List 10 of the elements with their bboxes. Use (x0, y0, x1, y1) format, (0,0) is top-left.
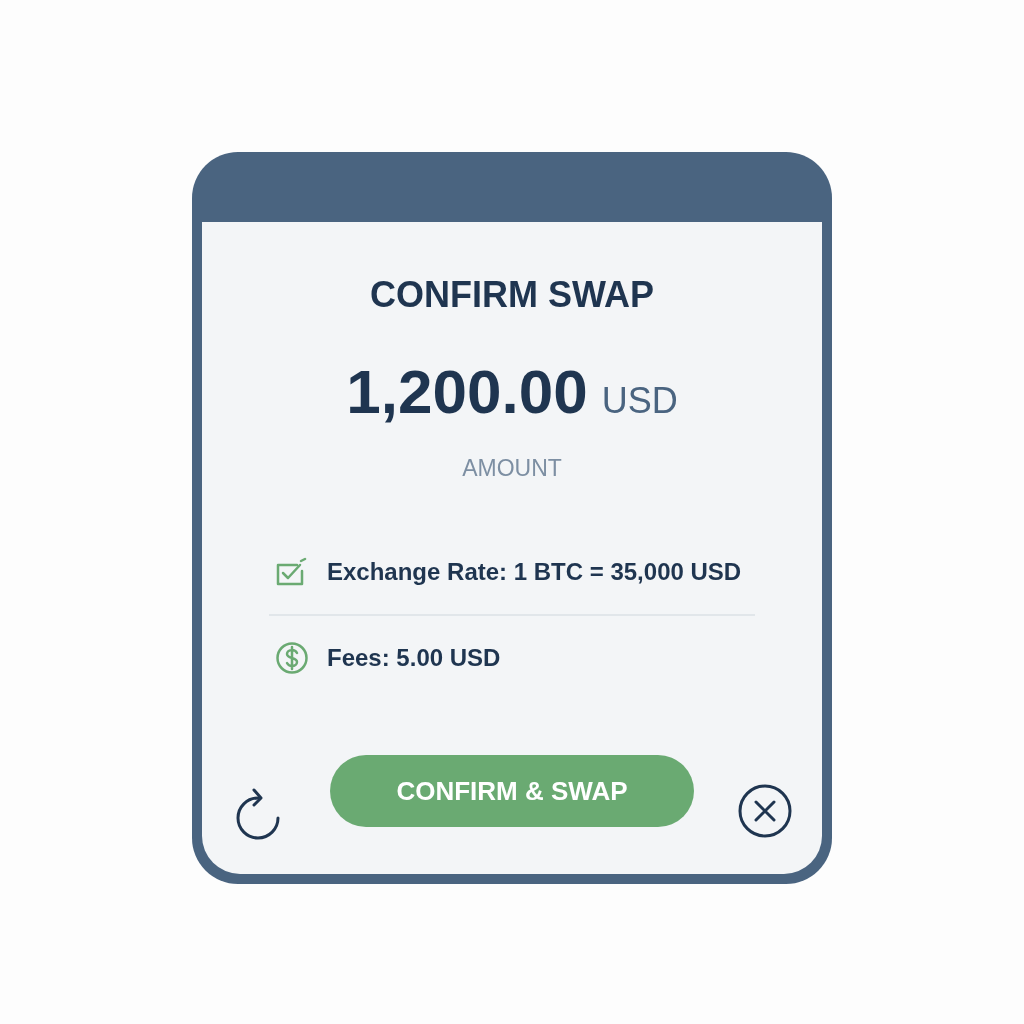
amount-label: AMOUNT (462, 455, 562, 482)
amount-value: 1,200.00 (346, 356, 588, 427)
detail-text: Exchange Rate: 1 BTC = 35,000 USD (327, 558, 742, 586)
close-icon[interactable] (738, 784, 792, 838)
checkbox-icon (275, 557, 309, 587)
dialog-title: CONFIRM SWAP (370, 274, 654, 316)
confirm-swap-button[interactable]: CONFIRM & SWAP (330, 755, 694, 827)
detail-text: Fees: 5.00 USD (327, 644, 501, 672)
currency-label: USD (601, 380, 678, 422)
dollar-icon (275, 641, 309, 675)
